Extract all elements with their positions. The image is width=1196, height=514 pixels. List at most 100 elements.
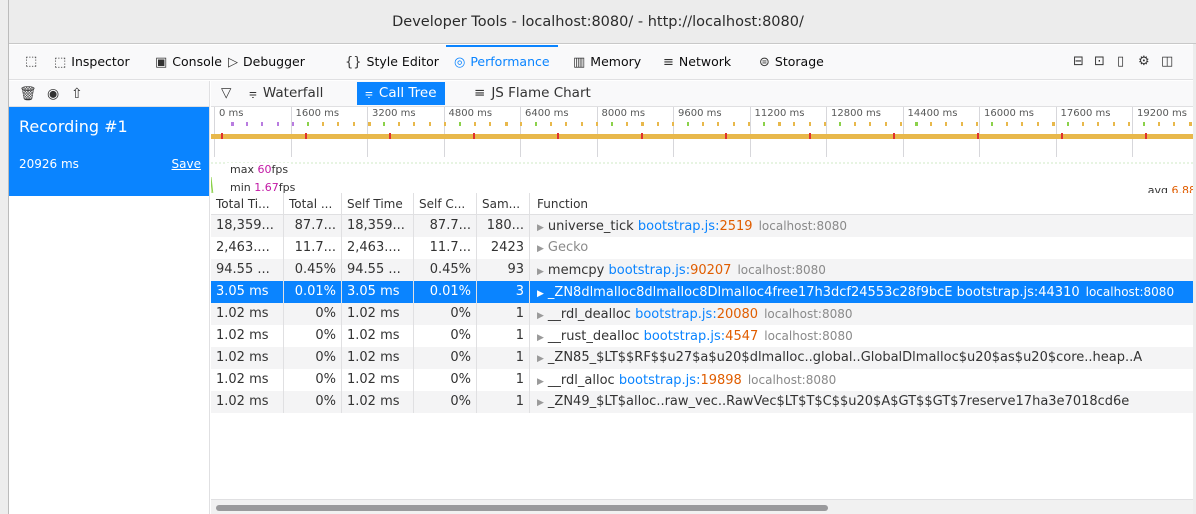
call-tree-row[interactable]: 1.02 ms 0% 1.02 ms 0% 1 ▶ _ZN49_$LT$alloc..raw… (211, 391, 1196, 413)
cell-function: ▶ __rdl_alloc bootstrap.js:19898 localhost… (537, 373, 837, 388)
cell-total-percent: 11.7... (284, 237, 342, 259)
marker-tick (1036, 122, 1039, 126)
marker-tick (823, 122, 826, 126)
split-console-icon[interactable]: ⊡ (1094, 45, 1105, 79)
record-icon[interactable]: ◉ (47, 81, 59, 107)
column-self-percent[interactable]: Self C... (414, 193, 477, 215)
expand-arrow-icon[interactable]: ▶ (537, 223, 544, 233)
tab-performance[interactable]: ◎ Performance (446, 45, 558, 79)
function-file-link[interactable]: bootstrap.js (957, 285, 1034, 300)
call-tree-rows: 18,359... 87.7... 18,359... 87.7... 180... ▶ u… (211, 215, 1196, 413)
jank-marker (473, 133, 475, 139)
call-tree-label: Call Tree (378, 85, 437, 101)
call-tree-row[interactable]: 1.02 ms 0% 1.02 ms 0% 1 ▶ _ZN85_$LT$$RF$$u27$a… (211, 347, 1196, 369)
tab-label: Debugger (243, 54, 305, 69)
marker-tick (595, 122, 598, 126)
recording-item[interactable]: Recording #1 20926 ms Save (9, 107, 209, 196)
cell-total-percent: 0% (284, 391, 342, 413)
call-tree-row[interactable]: 2,463.... 11.7... 2,463.... 11.7... 2423 ▶ Gec… (211, 237, 1196, 259)
filter-icon[interactable]: ▽ (217, 82, 235, 105)
scrollbar-thumb[interactable] (216, 505, 828, 511)
call-tree-table: Total Ti... Total ... Self Time Self C..… (211, 193, 1196, 413)
column-self-time[interactable]: Self Time (342, 193, 414, 215)
marker-tick (459, 122, 461, 126)
marker-tick (428, 122, 431, 126)
responsive-mode-icon[interactable]: ⊟ (1073, 45, 1084, 79)
column-function[interactable]: Function (530, 193, 1196, 215)
column-total-percent[interactable]: Total ... (284, 193, 342, 215)
call-tree-row[interactable]: 18,359... 87.7... 18,359... 87.7... 180... ▶ u… (211, 215, 1196, 237)
inspector-icon: ⬚ (54, 55, 67, 70)
cell-samples: 1 (477, 391, 530, 413)
call-tree-icon: ⩦ (365, 85, 373, 101)
cell-samples: 1 (477, 369, 530, 391)
marker-tick (231, 122, 234, 126)
cell-total-percent: 87.7... (284, 215, 342, 237)
expand-arrow-icon[interactable]: ▶ (537, 267, 544, 277)
marker-tick (1006, 122, 1009, 126)
import-icon[interactable]: ⇧ (71, 81, 83, 107)
save-link[interactable]: Save (172, 157, 201, 171)
expand-arrow-icon[interactable]: ▶ (537, 289, 544, 299)
call-tree-row[interactable]: 94.55 ... 0.45% 94.55 ... 0.45% 93 ▶ memcpy bo… (211, 259, 1196, 281)
function-name: universe_tick (547, 219, 634, 234)
function-file-link[interactable]: bootstrap.js (608, 263, 685, 278)
function-file-link[interactable]: bootstrap.js (619, 373, 696, 388)
dock-side-icon[interactable]: ▯ (1117, 45, 1124, 79)
waterfall-button[interactable]: ⩦ Waterfall (241, 82, 331, 105)
function-file-link[interactable]: bootstrap.js (644, 329, 721, 344)
marker-tick (991, 122, 993, 126)
function-file-link[interactable]: bootstrap.js (638, 219, 715, 234)
marker-tick (747, 122, 750, 126)
jank-marker (1061, 133, 1063, 139)
tab-inspector[interactable]: ⬚ Inspector (54, 45, 130, 79)
tab-style-editor[interactable]: {} Style Editor (345, 45, 439, 79)
tab-console[interactable]: ▣ Console (155, 45, 222, 79)
timeline-tick: 12800 ms (826, 107, 881, 157)
column-samples[interactable]: Sam... (477, 193, 530, 215)
marker-tick (337, 122, 340, 126)
cell-total-time: 1.02 ms (211, 303, 284, 325)
tab-network[interactable]: ≡ Network (663, 45, 731, 79)
horizontal-scrollbar[interactable] (211, 499, 1196, 514)
view-toolbar: ▽ ⩦ Waterfall ⩦ Call Tree ≡ JS Flame Chart (211, 81, 1196, 107)
call-tree-row[interactable]: 1.02 ms 0% 1.02 ms 0% 1 ▶ __rust_dealloc boots… (211, 325, 1196, 347)
expand-arrow-icon[interactable]: ▶ (537, 311, 544, 321)
marker-tick (884, 122, 887, 126)
marker-row-red (211, 133, 1196, 139)
call-tree-row[interactable]: 1.02 ms 0% 1.02 ms 0% 1 ▶ __rdl_dealloc bootst… (211, 303, 1196, 325)
clear-trash-icon[interactable]: 🗑 (19, 81, 37, 107)
cell-self-time: 18,359... (342, 215, 414, 237)
marker-tick (307, 122, 309, 126)
tab-debugger[interactable]: ▷ Debugger (228, 45, 305, 79)
cell-total-time: 1.02 ms (211, 325, 284, 347)
window-frame-left (0, 0, 9, 514)
cell-samples: 1 (477, 303, 530, 325)
expand-arrow-icon[interactable]: ▶ (537, 244, 544, 254)
cell-total-percent: 0% (284, 369, 342, 391)
call-tree-button[interactable]: ⩦ Call Tree (357, 82, 445, 105)
tab-label: Console (172, 54, 222, 69)
flame-chart-button[interactable]: ≡ JS Flame Chart (466, 82, 599, 105)
cell-samples: 93 (477, 259, 530, 281)
cell-total-time: 1.02 ms (211, 369, 284, 391)
cell-function: ▶ Gecko (537, 237, 1196, 259)
network-icon: ≡ (663, 55, 674, 70)
expand-arrow-icon[interactable]: ▶ (537, 354, 544, 364)
expand-arrow-icon[interactable]: ▶ (537, 398, 544, 408)
expand-arrow-icon[interactable]: ▶ (537, 333, 544, 343)
call-tree-row[interactable]: 1.02 ms 0% 1.02 ms 0% 1 ▶ __rdl_alloc bootstra… (211, 369, 1196, 391)
column-total-time[interactable]: Total Ti... (211, 193, 284, 215)
settings-gear-icon[interactable]: ⚙ (1138, 45, 1150, 79)
element-picker-icon[interactable]: ⬚ (25, 45, 37, 79)
function-line-number: 20080 (716, 307, 759, 322)
function-file-link[interactable]: bootstrap.js (635, 307, 712, 322)
function-name: _ZN8dlmalloc8dlmalloc8Dlmalloc4free17h3d… (547, 285, 953, 300)
jank-marker (725, 133, 727, 139)
expand-arrow-icon[interactable]: ▶ (537, 377, 544, 387)
tab-storage[interactable]: ⊜ Storage (759, 45, 824, 79)
timeline-tick: 4800 ms (443, 107, 492, 157)
call-tree-row[interactable]: 3.05 ms 0.01% 3.05 ms 0.01% 3 ▶ _ZN8dlmalloc8d… (211, 281, 1196, 303)
sidebar-toggle-icon[interactable]: ◫ (1161, 45, 1173, 79)
tab-memory[interactable]: ▥ Memory (573, 45, 641, 79)
